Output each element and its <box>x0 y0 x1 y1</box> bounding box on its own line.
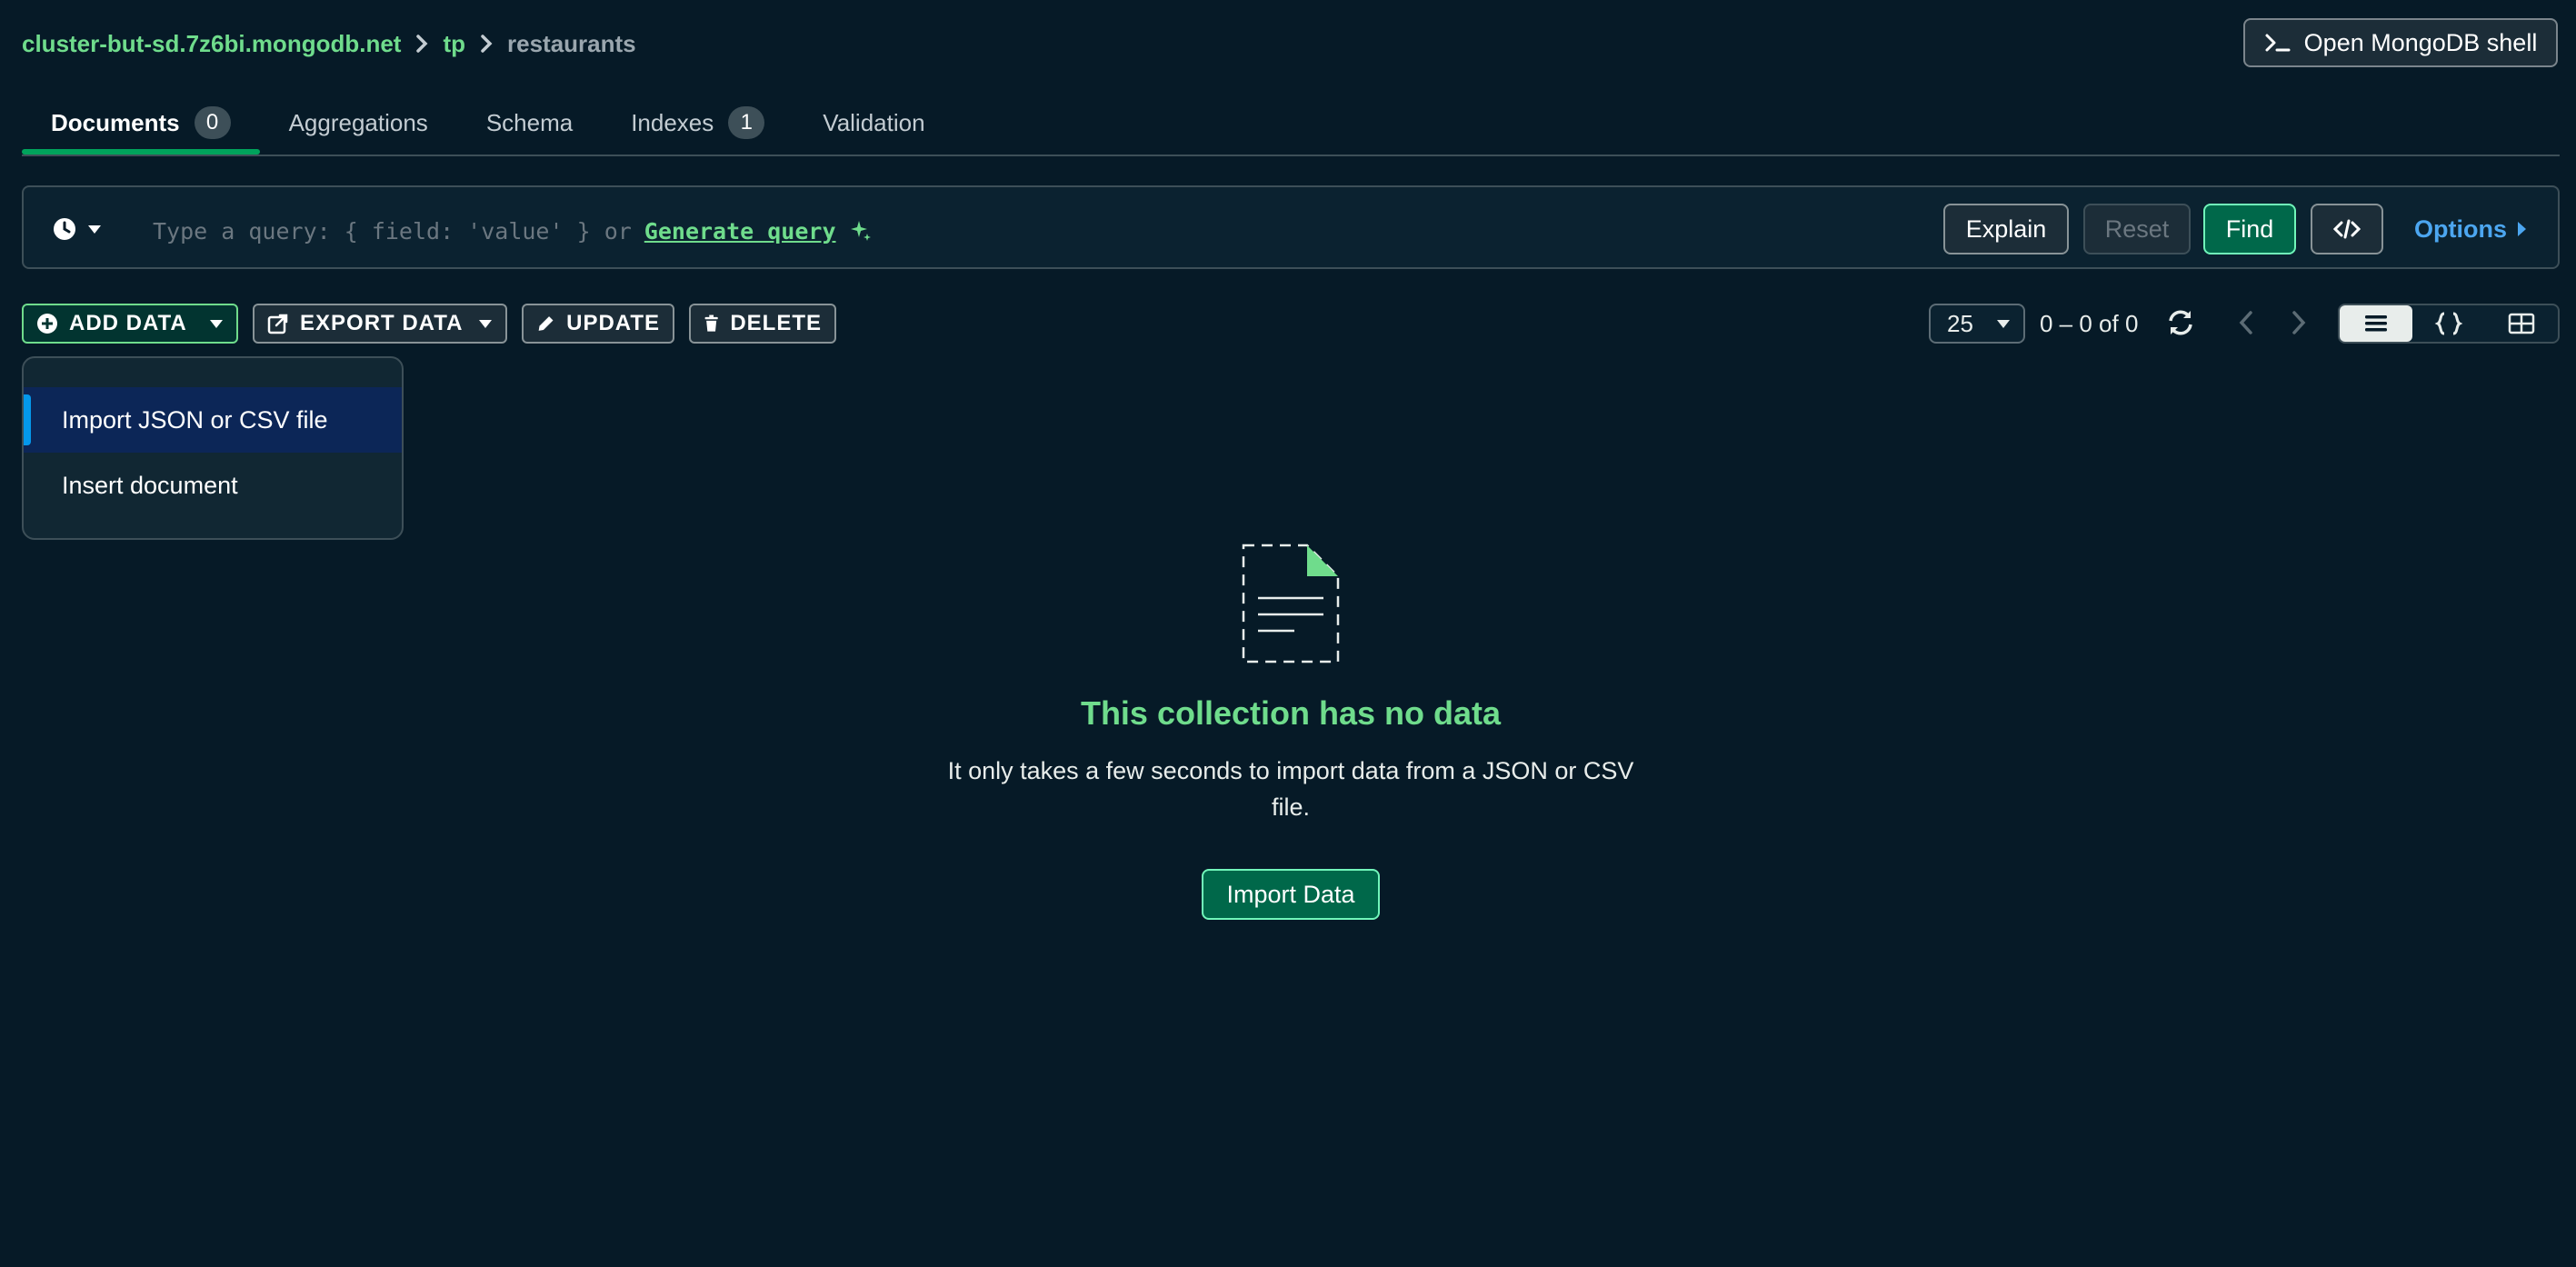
open-shell-button[interactable]: Open MongoDB shell <box>2243 18 2558 67</box>
terminal-icon <box>2265 34 2291 52</box>
empty-document-icon <box>1242 544 1340 663</box>
list-icon <box>2365 315 2387 332</box>
page-size-select[interactable]: 25 <box>1929 304 2025 344</box>
clock-icon <box>54 218 75 240</box>
tab-label: Documents <box>51 108 180 136</box>
generate-query-link[interactable]: Generate query <box>644 218 836 244</box>
tab-documents[interactable]: Documents 0 <box>22 91 260 155</box>
tab-label: Validation <box>823 108 925 136</box>
view-toggle-group <box>2338 304 2560 344</box>
collection-tabs: Documents 0 Aggregations Schema Indexes … <box>22 91 954 155</box>
tab-validation[interactable]: Validation <box>794 91 954 155</box>
pencil-icon <box>538 316 554 331</box>
tab-indexes[interactable]: Indexes 1 <box>602 91 794 155</box>
update-button[interactable]: UPDATE <box>522 304 674 344</box>
page-size-value: 25 <box>1947 309 1973 337</box>
trash-icon <box>704 314 718 332</box>
documents-count-badge: 0 <box>194 106 231 139</box>
list-view-button[interactable] <box>2340 305 2412 342</box>
query-placeholder: Type a query: { field: 'value' } or <box>153 217 632 244</box>
query-bar: Type a query: { field: 'value' } or Gene… <box>22 185 2560 269</box>
tab-label: Schema <box>485 108 574 136</box>
caret-down-icon <box>210 320 223 328</box>
update-label: UPDATE <box>566 311 660 335</box>
chevron-right-icon <box>481 35 493 53</box>
caret-down-icon <box>1997 320 2010 328</box>
caret-right-icon <box>2518 222 2526 236</box>
plus-circle-icon <box>37 314 57 334</box>
tabs-divider <box>22 155 2560 156</box>
query-history-button[interactable] <box>53 211 102 247</box>
caret-down-icon <box>88 225 101 234</box>
chevron-right-icon <box>416 35 428 53</box>
tab-schema[interactable]: Schema <box>457 91 602 155</box>
breadcrumb-cluster[interactable]: cluster-but-sd.7z6bi.mongodb.net <box>22 30 401 58</box>
menu-item-insert-document[interactable]: Insert document <box>24 453 402 518</box>
options-label: Options <box>2414 214 2507 243</box>
export-data-button[interactable]: EXPORT DATA <box>253 304 507 344</box>
previous-page-icon[interactable] <box>2236 309 2258 336</box>
breadcrumb-database[interactable]: tp <box>443 30 465 58</box>
add-data-button[interactable]: ADD DATA <box>22 304 238 344</box>
pagination-range: 0 – 0 of 0 <box>2040 309 2139 337</box>
next-page-icon[interactable] <box>2287 309 2309 336</box>
empty-state-description: It only takes a few seconds to import da… <box>947 757 1634 821</box>
add-data-menu: Import JSON or CSV file Insert document <box>22 356 404 540</box>
delete-label: DELETE <box>730 311 822 335</box>
options-toggle[interactable]: Options <box>2407 204 2534 254</box>
export-data-label: EXPORT DATA <box>300 311 464 335</box>
code-icon <box>2333 219 2361 239</box>
explain-button[interactable]: Explain <box>1943 204 2069 254</box>
add-data-label: ADD DATA <box>69 311 187 335</box>
sparkle-icon <box>850 221 871 241</box>
tab-label: Indexes <box>631 108 714 136</box>
empty-state-title: This collection has no data <box>1080 694 1502 732</box>
export-to-language-button[interactable] <box>2311 204 2383 254</box>
menu-item-import-file[interactable]: Import JSON or CSV file <box>24 387 402 453</box>
open-shell-label: Open MongoDB shell <box>2303 28 2538 56</box>
table-icon <box>2508 313 2535 334</box>
json-view-button[interactable] <box>2412 305 2485 342</box>
export-icon <box>267 314 288 334</box>
tab-aggregations[interactable]: Aggregations <box>260 91 457 155</box>
import-data-button[interactable]: Import Data <box>1202 869 1380 920</box>
curly-braces-icon <box>2434 312 2463 335</box>
find-button[interactable]: Find <box>2203 204 2296 254</box>
breadcrumb-collection: restaurants <box>507 29 636 57</box>
table-view-button[interactable] <box>2485 305 2558 342</box>
breadcrumb: cluster-but-sd.7z6bi.mongodb.net tp rest… <box>22 25 636 62</box>
caret-down-icon <box>479 320 492 328</box>
delete-button[interactable]: DELETE <box>689 304 836 344</box>
refresh-icon[interactable] <box>2165 307 2196 338</box>
indexes-count-badge: 1 <box>728 106 765 139</box>
reset-button[interactable]: Reset <box>2083 204 2191 254</box>
query-input[interactable]: Type a query: { field: 'value' } or Gene… <box>153 213 873 249</box>
tab-label: Aggregations <box>288 108 428 136</box>
